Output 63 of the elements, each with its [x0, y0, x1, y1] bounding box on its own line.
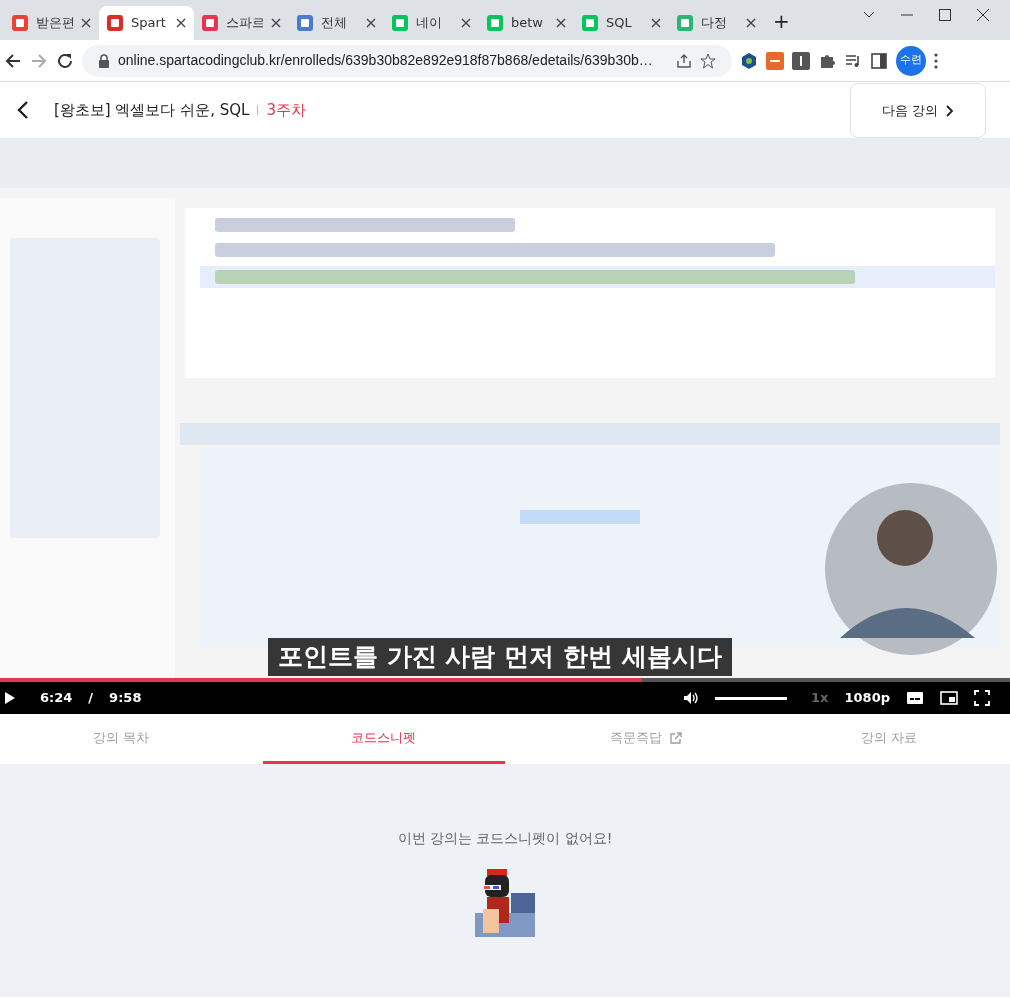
close-icon[interactable]	[976, 8, 990, 22]
close-icon[interactable]	[556, 18, 566, 28]
week-label: 3주차	[266, 99, 306, 121]
new-tab-button[interactable]: +	[772, 8, 791, 34]
picture-in-picture-icon[interactable]	[940, 691, 958, 705]
next-lecture-button[interactable]: 다음 강의	[850, 83, 986, 138]
site-icon	[487, 15, 503, 31]
browser-tab[interactable]: SQL	[574, 6, 669, 40]
time-separator: /	[88, 689, 94, 708]
address-bar[interactable]: online.spartacodingclub.kr/enrolleds/639b30b82e892e918f87b868/edetails/639b30b…	[82, 44, 732, 77]
close-icon[interactable]	[746, 18, 756, 28]
browser-tab[interactable]: 다정	[669, 6, 764, 40]
captions-icon[interactable]	[906, 691, 924, 705]
menu-icon[interactable]	[934, 52, 938, 69]
tab-title: 다정	[701, 14, 728, 33]
tab-title: SQL	[606, 14, 633, 33]
close-icon[interactable]	[651, 18, 661, 28]
chevron-right-icon	[946, 104, 955, 117]
extension-icon[interactable]	[740, 51, 758, 70]
close-icon[interactable]	[366, 18, 376, 28]
browser-tab[interactable]: 네이	[384, 6, 479, 40]
browser-tab[interactable]: 전체	[289, 6, 384, 40]
close-icon[interactable]	[81, 18, 91, 28]
quality-button[interactable]: 1080p	[844, 688, 890, 708]
back-chevron-icon[interactable]	[16, 100, 30, 120]
site-icon	[392, 15, 408, 31]
browser-tab[interactable]: betw	[479, 6, 574, 40]
video-duration: 9:58	[109, 689, 142, 708]
site-icon	[582, 15, 598, 31]
empty-message: 이번 강의는 코드스니펫이 없어요!	[397, 829, 613, 848]
tab-title: 전체	[321, 14, 348, 33]
browser-tab[interactable]: Spart	[99, 6, 194, 40]
back-arrow-icon[interactable]	[4, 51, 22, 70]
lock-icon	[98, 53, 110, 68]
close-icon[interactable]	[461, 18, 471, 28]
site-icon	[297, 15, 313, 31]
current-time: 6:24	[40, 689, 73, 708]
play-icon[interactable]	[4, 691, 16, 705]
mascot-drawing	[475, 869, 535, 937]
site-icon	[12, 15, 28, 31]
video-subtitle: 포인트를 가진 사람 먼저 한번 세봅시다	[268, 638, 732, 676]
fullscreen-icon[interactable]	[974, 690, 990, 706]
close-icon[interactable]	[271, 18, 281, 28]
share-icon[interactable]	[676, 52, 692, 69]
lecture-title: [왕초보] 엑셀보다 쉬운, SQL	[54, 99, 250, 121]
volume-icon[interactable]	[683, 691, 700, 705]
url-text: online.spartacodingclub.kr/enrolleds/639b30b82e892e918f87b868/edetails/639b30b…	[118, 51, 654, 70]
reload-icon[interactable]	[56, 51, 74, 70]
extension-icon[interactable]	[792, 51, 810, 70]
star-icon[interactable]	[700, 52, 716, 69]
site-icon	[202, 15, 218, 31]
tab-title: Spart	[131, 14, 167, 33]
maximize-icon[interactable]	[938, 8, 952, 22]
profile-avatar[interactable]: 수련	[896, 45, 926, 76]
speed-button[interactable]: 1x	[811, 688, 829, 708]
tab-title: 받은편	[36, 14, 73, 33]
site-icon	[677, 15, 693, 31]
tab-title: betw	[511, 14, 544, 33]
side-panel-icon[interactable]	[870, 51, 888, 70]
tab-title: 네이	[416, 14, 443, 33]
site-icon	[107, 15, 123, 31]
close-icon[interactable]	[176, 18, 186, 28]
browser-tab[interactable]: 받은편	[4, 6, 99, 40]
